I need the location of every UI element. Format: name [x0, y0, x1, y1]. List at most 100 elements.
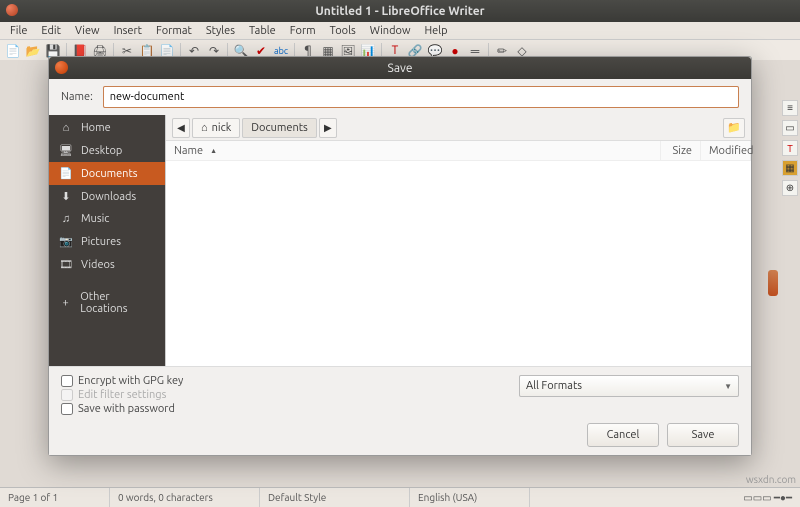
menu-format[interactable]: Format	[150, 24, 198, 38]
status-words[interactable]: 0 words, 0 characters	[110, 488, 260, 507]
place-label: Other Locations	[80, 291, 155, 315]
separator	[49, 276, 165, 286]
checkbox-icon	[61, 389, 73, 401]
path-forward-button[interactable]: ▶	[319, 118, 337, 138]
encrypt-gpg-checkbox[interactable]: Encrypt with GPG key	[61, 375, 183, 387]
place-label: Music	[81, 213, 109, 225]
name-row: Name:	[49, 79, 751, 115]
menu-form[interactable]: Form	[284, 24, 322, 38]
save-dialog: Save Name: ⌂ Home 🖥 Desktop 📄 Documents ⬇ Do…	[48, 56, 752, 456]
sidebar-styles-icon[interactable]: T	[782, 140, 798, 156]
menu-table[interactable]: Table	[243, 24, 282, 38]
place-label: Home	[81, 122, 111, 134]
sidebar-tabs: ≡ ▭ T ▦ ⊕	[782, 100, 798, 196]
file-panel: ◀ ⌂ nick Documents ▶ 📁 Name Size Modifie…	[165, 115, 751, 366]
desktop-icon: 🖥	[59, 144, 73, 157]
chevron-down-icon: ▼	[724, 382, 732, 391]
file-format-combo[interactable]: All Formats ▼	[519, 375, 739, 397]
downloads-icon: ⬇	[59, 190, 73, 203]
dialog-buttons: Cancel Save	[61, 423, 739, 447]
videos-icon: 🎞	[59, 258, 73, 271]
pictures-icon: 📷	[59, 235, 73, 248]
place-label: Documents	[81, 168, 138, 180]
path-back-button[interactable]: ◀	[172, 118, 190, 138]
file-list[interactable]	[166, 161, 751, 366]
checkbox-group: Encrypt with GPG key Edit filter setting…	[61, 375, 183, 415]
sidebar-gallery-icon[interactable]: ▦	[782, 160, 798, 176]
menu-bar: File Edit View Insert Format Styles Tabl…	[0, 22, 800, 40]
menu-tools[interactable]: Tools	[324, 24, 362, 38]
dialog-bottom: Encrypt with GPG key Edit filter setting…	[49, 366, 751, 455]
column-name[interactable]: Name	[166, 141, 661, 160]
dialog-close-icon[interactable]	[55, 61, 68, 74]
menu-view[interactable]: View	[69, 24, 106, 38]
documents-icon: 📄	[59, 167, 73, 180]
options-row: Encrypt with GPG key Edit filter setting…	[61, 375, 739, 415]
path-bar: ◀ ⌂ nick Documents ▶ 📁	[166, 115, 751, 141]
crumb-label: nick	[212, 122, 232, 134]
sidebar-navigator-icon[interactable]: ⊕	[782, 180, 798, 196]
status-style[interactable]: Default Style	[260, 488, 410, 507]
plus-icon: +	[59, 297, 72, 309]
place-other-locations[interactable]: + Other Locations	[49, 286, 165, 320]
path-documents-crumb[interactable]: Documents	[242, 118, 317, 138]
place-label: Downloads	[81, 191, 136, 203]
place-downloads[interactable]: ⬇ Downloads	[49, 185, 165, 208]
menu-styles[interactable]: Styles	[200, 24, 241, 38]
place-desktop[interactable]: 🖥 Desktop	[49, 139, 165, 162]
new-folder-icon: 📁	[727, 121, 741, 134]
column-size[interactable]: Size	[661, 141, 701, 160]
watermark: wsxdn.com	[746, 474, 796, 485]
status-language[interactable]: English (USA)	[410, 488, 530, 507]
edit-filter-checkbox: Edit filter settings	[61, 389, 183, 401]
sidebar-page-icon[interactable]: ▭	[782, 120, 798, 136]
menu-edit[interactable]: Edit	[35, 24, 67, 38]
menu-window[interactable]: Window	[364, 24, 417, 38]
home-icon: ⌂	[59, 122, 73, 134]
place-label: Desktop	[81, 145, 122, 157]
crumb-label: Documents	[251, 122, 308, 134]
places-sidebar: ⌂ Home 🖥 Desktop 📄 Documents ⬇ Downloads ♫ Mu…	[49, 115, 165, 366]
window-close-icon[interactable]	[6, 4, 18, 16]
path-home-crumb[interactable]: ⌂ nick	[192, 118, 240, 138]
checkbox-label: Encrypt with GPG key	[78, 375, 183, 387]
menu-insert[interactable]: Insert	[108, 24, 148, 38]
sidebar-properties-icon[interactable]: ≡	[782, 100, 798, 116]
dialog-title: Save	[388, 62, 413, 75]
file-columns-header: Name Size Modified	[166, 141, 751, 161]
place-label: Pictures	[81, 236, 121, 248]
checkbox-icon[interactable]	[61, 403, 73, 415]
place-label: Videos	[81, 259, 115, 271]
status-zoom[interactable]: ▭▭▭ ━●━	[680, 488, 800, 507]
home-icon: ⌂	[201, 122, 208, 134]
toolbar-open-icon[interactable]: 📂	[24, 42, 42, 60]
checkbox-label: Save with password	[78, 403, 175, 415]
menu-help[interactable]: Help	[418, 24, 453, 38]
save-password-checkbox[interactable]: Save with password	[61, 403, 183, 415]
filename-input[interactable]	[103, 86, 739, 108]
place-home[interactable]: ⌂ Home	[49, 117, 165, 139]
menu-file[interactable]: File	[4, 24, 33, 38]
dialog-titlebar: Save	[49, 57, 751, 79]
scrollbar-thumb[interactable]	[768, 270, 778, 296]
column-modified[interactable]: Modified	[701, 141, 751, 160]
checkbox-icon[interactable]	[61, 375, 73, 387]
place-music[interactable]: ♫ Music	[49, 208, 165, 230]
status-spacer	[530, 488, 680, 507]
window-title: Untitled 1 - LibreOffice Writer	[315, 5, 484, 18]
place-pictures[interactable]: 📷 Pictures	[49, 230, 165, 253]
checkbox-label: Edit filter settings	[78, 389, 166, 401]
cancel-button[interactable]: Cancel	[587, 423, 659, 447]
new-folder-button[interactable]: 📁	[723, 118, 745, 138]
name-label: Name:	[61, 91, 93, 103]
format-value: All Formats	[526, 380, 582, 392]
place-videos[interactable]: 🎞 Videos	[49, 253, 165, 276]
dialog-body: ⌂ Home 🖥 Desktop 📄 Documents ⬇ Downloads ♫ Mu…	[49, 115, 751, 366]
music-icon: ♫	[59, 213, 73, 225]
status-page[interactable]: Page 1 of 1	[0, 488, 110, 507]
save-button[interactable]: Save	[667, 423, 739, 447]
window-titlebar: Untitled 1 - LibreOffice Writer	[0, 0, 800, 22]
place-documents[interactable]: 📄 Documents	[49, 162, 165, 185]
status-bar: Page 1 of 1 0 words, 0 characters Defaul…	[0, 487, 800, 507]
toolbar-new-icon[interactable]: 📄	[4, 42, 22, 60]
